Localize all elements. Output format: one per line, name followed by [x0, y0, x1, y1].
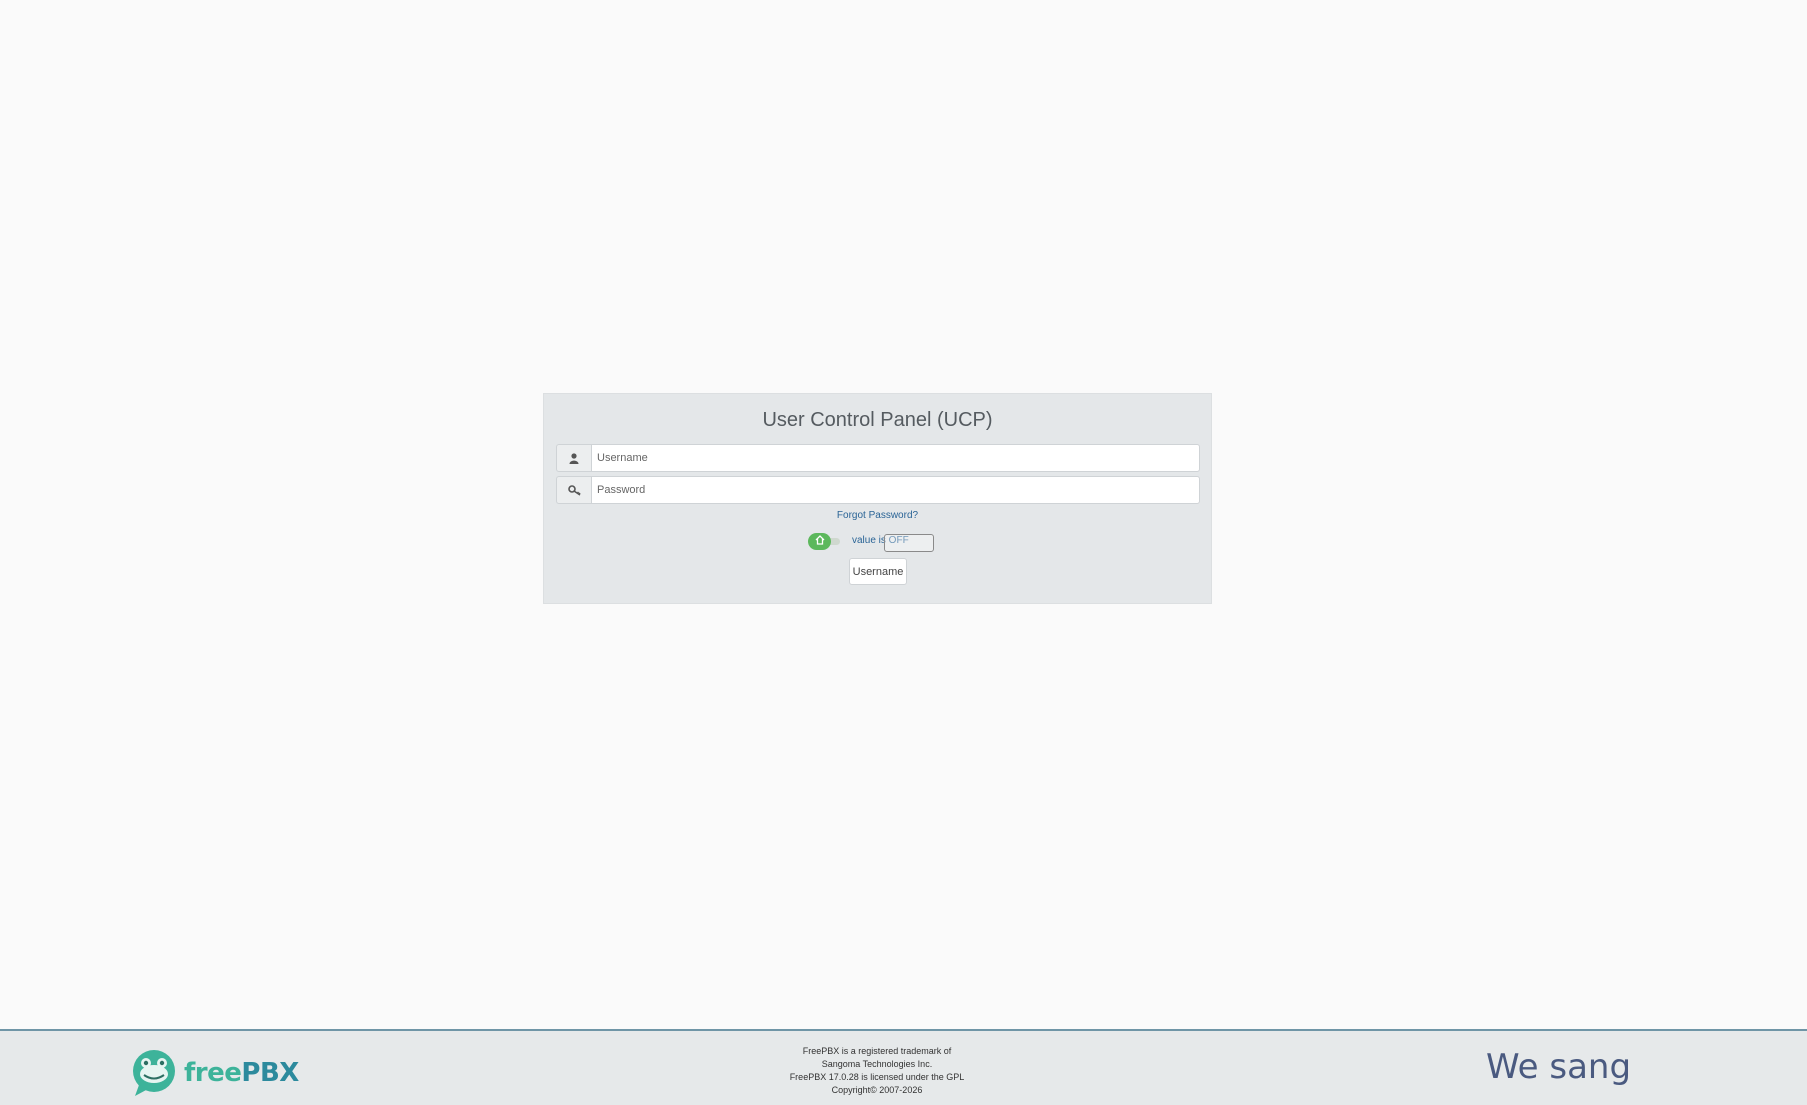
- freepbx-logo-icon: [133, 1050, 175, 1096]
- copyright-line: Copyright© 2007-2026: [831, 1085, 923, 1095]
- toggle-switch[interactable]: [808, 533, 842, 550]
- toggle-knob: [808, 533, 831, 550]
- footer-info: FreePBX is a registered trademark of San…: [754, 1045, 1000, 1097]
- password-input[interactable]: [591, 476, 1200, 504]
- freepbx-logo[interactable]: freePBX: [131, 1049, 299, 1097]
- trademark-line-1: FreePBX is a registered trademark of: [802, 1046, 952, 1056]
- footer: freePBX FreePBX is a registered trademar…: [0, 1029, 1807, 1105]
- password-row: [556, 476, 1200, 504]
- forgot-password-link[interactable]: Forgot Password?: [544, 510, 1211, 521]
- license-line: FreePBX 17.0.28 is licensed under the GP…: [789, 1072, 965, 1082]
- house-icon: [815, 535, 825, 548]
- username-input[interactable]: [591, 444, 1200, 472]
- key-icon: [556, 476, 591, 504]
- login-panel: User Control Panel (UCP) Forgot Password…: [543, 393, 1212, 604]
- trademark-line-2: Sangoma Technologies Inc.: [821, 1059, 933, 1069]
- login-button[interactable]: Username: [849, 558, 907, 585]
- user-icon: [556, 444, 591, 472]
- username-row: [556, 444, 1200, 472]
- panel-title: User Control Panel (UCP): [762, 409, 993, 431]
- freepbx-logo-text: freePBX: [184, 1058, 299, 1088]
- toggle-row: value is OFF: [808, 531, 948, 553]
- page: User Control Panel (UCP) Forgot Password…: [0, 0, 1807, 1105]
- sangoma-logo-text[interactable]: We sang: [1486, 1047, 1631, 1087]
- toggle-outline: [884, 534, 934, 552]
